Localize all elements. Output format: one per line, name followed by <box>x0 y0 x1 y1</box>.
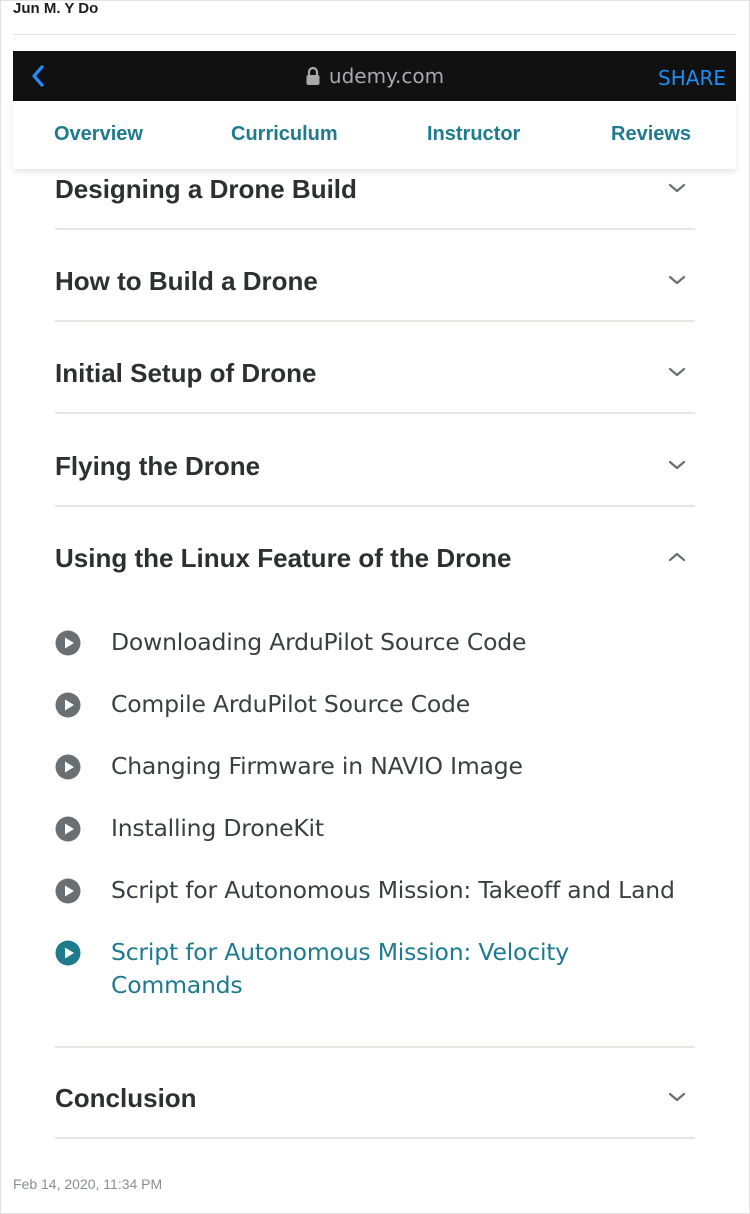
lecture-title: Changing Firmware in NAVIO Image <box>111 752 523 780</box>
author-divider <box>13 34 736 35</box>
play-icon <box>55 692 81 718</box>
section-title: How to Build a Drone <box>55 266 318 296</box>
back-button[interactable] <box>25 63 51 89</box>
lecture-title: Script for Autonomous Mission: Takeoff a… <box>111 876 675 904</box>
tab-overview[interactable]: Overview <box>54 123 143 146</box>
chevron-down-icon <box>667 1087 687 1107</box>
chevron-up-icon <box>667 547 687 567</box>
section-using-the-linux-feature-of-the-drone[interactable]: Using the Linux Feature of the Drone <box>55 507 695 573</box>
lecture-title: Downloading ArduPilot Source Code <box>111 628 527 656</box>
play-icon <box>55 754 81 780</box>
section-title: Initial Setup of Drone <box>55 358 317 388</box>
play-icon <box>55 630 81 656</box>
section-title: Conclusion <box>55 1083 197 1113</box>
play-icon <box>55 878 81 904</box>
section-title: Flying the Drone <box>55 451 261 481</box>
browser-bar: udemy.com SHARE <box>13 51 736 101</box>
post-timestamp[interactable]: Feb 14, 2020, 11:34 PM <box>13 1176 162 1192</box>
section-flying-the-drone[interactable]: Flying the Drone <box>55 415 695 507</box>
lecture-title: Compile ArduPilot Source Code <box>111 690 471 718</box>
chevron-down-icon <box>667 270 687 290</box>
play-icon <box>55 816 81 842</box>
tab-curriculum[interactable]: Curriculum <box>231 123 338 146</box>
chevron-down-icon <box>667 455 687 475</box>
section-how-to-build-a-drone[interactable]: How to Build a Drone <box>55 230 695 322</box>
chevron-left-icon <box>32 65 44 87</box>
post-author[interactable]: Jun M. Y Do <box>13 0 98 17</box>
url-text[interactable]: udemy.com <box>329 64 444 88</box>
section-divider <box>55 1137 695 1139</box>
lecture-title: Installing DroneKit <box>111 814 324 842</box>
play-icon <box>55 940 81 966</box>
chevron-down-icon <box>667 362 687 382</box>
chevron-down-icon <box>667 178 687 198</box>
lock-icon <box>305 66 321 86</box>
section-title: Designing a Drone Build <box>55 174 357 204</box>
section-conclusion[interactable]: Conclusion <box>55 1047 695 1139</box>
section-divider <box>55 412 695 414</box>
lecture-title: Script for Autonomous Mission: Velocity … <box>111 938 569 999</box>
section-title: Using the Linux Feature of the Drone <box>55 543 512 573</box>
tab-instructor[interactable]: Instructor <box>427 123 520 146</box>
tab-reviews[interactable]: Reviews <box>611 123 691 146</box>
share-button[interactable]: SHARE <box>658 51 726 101</box>
course-tabs: Overview Curriculum Instructor Reviews <box>13 101 736 169</box>
section-initial-setup-of-drone[interactable]: Initial Setup of Drone <box>55 322 695 414</box>
